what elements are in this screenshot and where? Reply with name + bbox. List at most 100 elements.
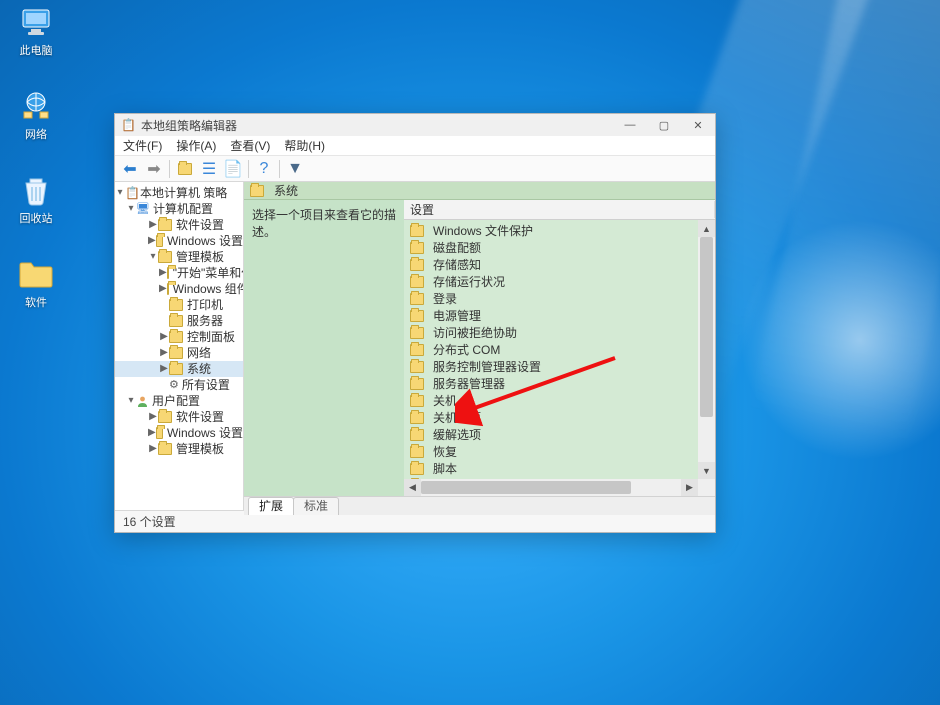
help-button[interactable]: ? xyxy=(253,158,275,180)
tree-item[interactable]: ▾用户配置 xyxy=(115,393,243,409)
list-item-label: 服务器管理器 xyxy=(433,375,505,392)
tree-item[interactable]: ▾管理模板 xyxy=(115,249,243,265)
list-item[interactable]: 访问被拒绝协助 xyxy=(404,324,715,341)
list-item[interactable]: 分布式 COM xyxy=(404,341,715,358)
tree-item[interactable]: 打印机 xyxy=(115,297,243,313)
column-settings[interactable]: 设置 xyxy=(404,201,715,218)
desktop-icon-network[interactable]: 网络 xyxy=(6,88,66,142)
up-folder-button[interactable] xyxy=(174,158,196,180)
expand-icon[interactable]: ▶ xyxy=(148,425,156,441)
tree-item[interactable]: ▶管理模板 xyxy=(115,441,243,457)
expand-icon[interactable]: ▶ xyxy=(159,361,169,377)
scroll-right-arrow[interactable]: ▶ xyxy=(681,479,698,496)
tree-item[interactable]: ⚙所有设置 xyxy=(115,377,243,393)
expand-icon[interactable]: ▶ xyxy=(159,281,167,297)
tree-item[interactable]: ▶Windows 设置 xyxy=(115,425,243,441)
expand-icon[interactable]: ▶ xyxy=(148,441,158,457)
gear-icon: ⚙ xyxy=(169,377,179,393)
list-item[interactable]: 电源管理 xyxy=(404,307,715,324)
vertical-scrollbar[interactable]: ▲ ▼ xyxy=(698,220,715,479)
expand-icon[interactable]: ▾ xyxy=(115,185,125,201)
expand-icon[interactable]: ▶ xyxy=(159,265,167,281)
list-item[interactable]: 缓解选项 xyxy=(404,426,715,443)
list-item[interactable]: 脚本 xyxy=(404,460,715,477)
tree-item[interactable]: ▶"开始"菜单和任务栏 xyxy=(115,265,243,281)
scroll-left-arrow[interactable]: ◀ xyxy=(404,479,421,496)
list-item[interactable]: 存储运行状况 xyxy=(404,273,715,290)
tab-extended[interactable]: 扩展 xyxy=(248,497,294,515)
show-hide-tree-button[interactable]: ☰ xyxy=(198,158,220,180)
list-item[interactable]: 服务控制管理器设置 xyxy=(404,358,715,375)
list-item[interactable]: 关机 xyxy=(404,392,715,409)
tree-item[interactable]: ▶网络 xyxy=(115,345,243,361)
expand-icon[interactable]: ▶ xyxy=(148,217,158,233)
folder-icon xyxy=(156,427,163,439)
desktop: 此电脑网络回收站软件 📋 本地组策略编辑器 — ▢ ✕ 文件(F) 操作(A) 查看… xyxy=(0,0,940,705)
network-icon xyxy=(18,88,54,124)
folder-icon xyxy=(169,331,183,343)
back-button[interactable]: ⬅ xyxy=(119,158,141,180)
list-item[interactable]: 登录 xyxy=(404,290,715,307)
list-item[interactable]: Windows 文件保护 xyxy=(404,222,715,239)
tree-item[interactable]: ▶控制面板 xyxy=(115,329,243,345)
expand-icon[interactable]: ▶ xyxy=(148,233,156,249)
tree-item[interactable]: ▶Windows 设置 xyxy=(115,233,243,249)
folder-icon xyxy=(18,256,54,292)
filter-button[interactable]: ▼ xyxy=(284,158,306,180)
tree-item[interactable]: ▶系统 xyxy=(115,361,243,377)
menu-item[interactable]: 帮助(H) xyxy=(284,137,325,154)
scroll-down-arrow[interactable]: ▼ xyxy=(698,462,715,479)
tab-standard[interactable]: 标准 xyxy=(293,497,339,515)
folder-icon xyxy=(410,378,424,390)
scroll-corner xyxy=(698,479,715,496)
tree-item[interactable]: ▶ 软件设置 xyxy=(115,217,243,233)
menu-item[interactable]: 查看(V) xyxy=(230,137,270,154)
tree-label: 软件设置 xyxy=(176,217,224,233)
desktop-icon-label: 软件 xyxy=(25,294,47,310)
expand-icon[interactable]: ▾ xyxy=(126,393,136,409)
expand-icon[interactable]: ▶ xyxy=(159,345,169,361)
list-item[interactable]: 磁盘配额 xyxy=(404,239,715,256)
expand-icon[interactable]: ▾ xyxy=(126,201,136,217)
list-item[interactable]: 存储感知 xyxy=(404,256,715,273)
expand-icon[interactable]: ▶ xyxy=(159,329,169,345)
titlebar[interactable]: 📋 本地组策略编辑器 — ▢ ✕ xyxy=(115,114,715,136)
expand-icon[interactable]: ▾ xyxy=(148,249,158,265)
tree-label: 打印机 xyxy=(187,297,223,313)
expand-icon[interactable]: ▶ xyxy=(148,409,158,425)
folder-icon xyxy=(410,412,424,424)
list-panel: 设置 Windows 文件保护磁盘配额存储感知存储运行状况登录电源管理访问被拒绝… xyxy=(404,200,715,496)
desktop-icon-pc[interactable]: 此电脑 xyxy=(6,4,66,58)
folder-icon xyxy=(167,283,169,295)
menu-item[interactable]: 文件(F) xyxy=(123,137,162,154)
scroll-thumb-h[interactable] xyxy=(421,481,631,494)
close-button[interactable]: ✕ xyxy=(681,114,715,136)
maximize-button[interactable]: ▢ xyxy=(647,114,681,136)
tree-item[interactable]: ▶软件设置 xyxy=(115,409,243,425)
tree-label: 所有设置 xyxy=(182,377,230,393)
folder-icon xyxy=(410,259,424,271)
list-item-label: 存储运行状况 xyxy=(433,273,505,290)
list-item[interactable]: 恢复 xyxy=(404,443,715,460)
list-header[interactable]: 设置 xyxy=(404,200,715,220)
minimize-button[interactable]: — xyxy=(613,114,647,136)
scroll-up-arrow[interactable]: ▲ xyxy=(698,220,715,237)
list-item[interactable]: 服务器管理器 xyxy=(404,375,715,392)
client-area: ▾📋 本地计算机 策略▾🖥计算机配置▶软件设置▶Windows 设置▾管理模板▶… xyxy=(115,182,715,510)
scroll-thumb[interactable] xyxy=(700,237,713,417)
export-list-button[interactable]: 📄 xyxy=(222,158,244,180)
forward-button[interactable]: ➡ xyxy=(143,158,165,180)
desktop-icon-recycle[interactable]: 回收站 xyxy=(6,172,66,226)
window-title: 本地组策略编辑器 xyxy=(141,117,237,134)
menu-item[interactable]: 操作(A) xyxy=(176,137,216,154)
list-item[interactable]: 关机选项 xyxy=(404,409,715,426)
tree-item[interactable]: ▾📋 本地计算机 策略 xyxy=(115,185,243,201)
pc-icon xyxy=(18,4,54,40)
horizontal-scrollbar[interactable]: ◀ ▶ xyxy=(404,479,698,496)
tree-item[interactable]: ▾🖥计算机配置 xyxy=(115,201,243,217)
tree-item[interactable]: ▶Windows 组件 xyxy=(115,281,243,297)
desktop-icon-folder[interactable]: 软件 xyxy=(6,256,66,310)
tree-pane[interactable]: ▾📋 本地计算机 策略▾🖥计算机配置▶软件设置▶Windows 设置▾管理模板▶… xyxy=(115,182,244,510)
list-item-label: 电源管理 xyxy=(433,307,481,324)
tree-item[interactable]: 服务器 xyxy=(115,313,243,329)
